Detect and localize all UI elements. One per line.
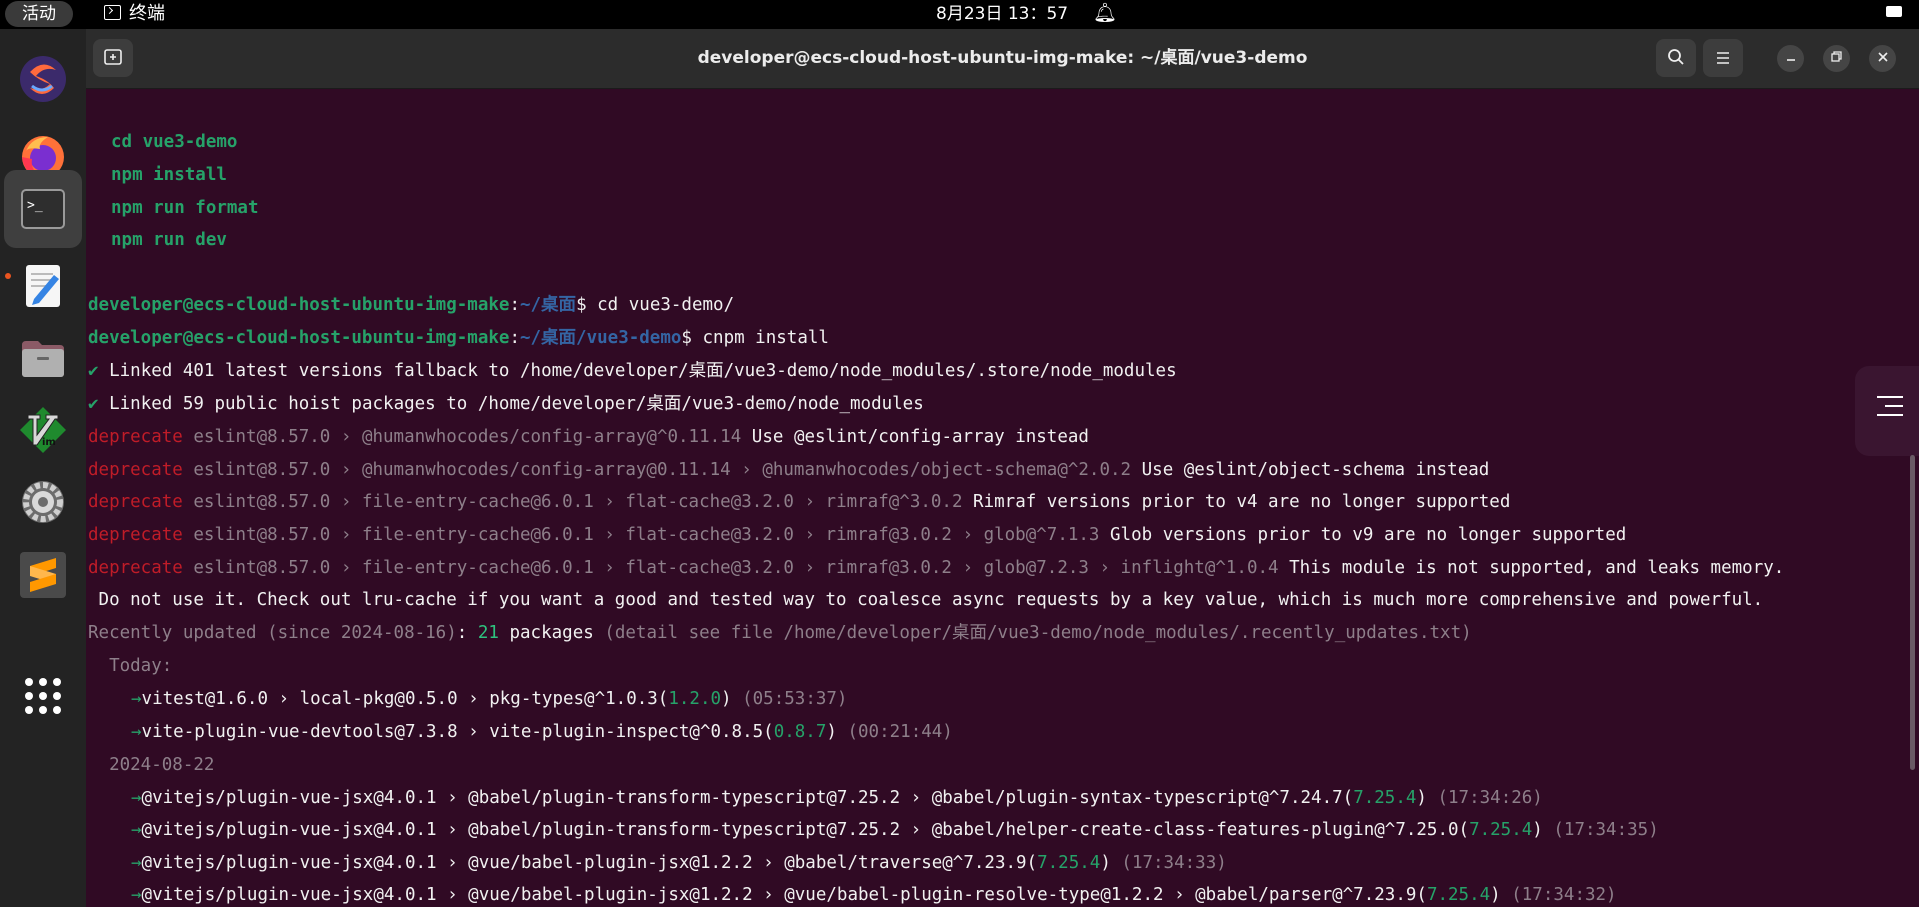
activities-button[interactable]: 活动 — [5, 1, 73, 27]
outline-list-icon — [1877, 396, 1903, 423]
dock-settings[interactable] — [4, 463, 82, 541]
new-tab-icon — [104, 49, 122, 65]
search-icon — [1668, 49, 1684, 65]
wrapped-line: Do not use it. Check out lru-cache if yo… — [88, 590, 1764, 610]
new-tab-button[interactable] — [93, 39, 133, 77]
update-line: →vitest@1.6.0 › local-pkg@0.5.0 › pkg-ty… — [131, 689, 848, 709]
window-title: developer@ecs-cloud-host-ubuntu-img-make… — [697, 48, 1308, 68]
deprecate-line: deprecate eslint@8.57.0 › @humanwhocodes… — [88, 460, 1490, 480]
folder-icon — [22, 341, 64, 377]
deprecate-line: deprecate eslint@8.57.0 › file-entry-cac… — [88, 558, 1785, 578]
update-line: →vite-plugin-vue-devtools@7.3.8 › vite-p… — [131, 722, 953, 742]
terminal-output[interactable]: cd vue3-demo npm install npm run format … — [86, 89, 1919, 907]
clock[interactable]: 8月23日 13：57 — [936, 2, 1068, 26]
linked-line: ✔ Linked 59 public hoist packages to /ho… — [88, 394, 924, 414]
recently-updated-line: Recently updated (since 2024-08-16): 21 … — [88, 623, 1472, 643]
terminal-scrollbar[interactable] — [1910, 455, 1915, 770]
close-button[interactable] — [1869, 45, 1896, 72]
app-name: 终端 — [129, 3, 165, 24]
restore-icon — [1831, 51, 1842, 62]
hamburger-icon — [1717, 52, 1729, 64]
notification-bell-icon[interactable]: 🔔︎ — [1093, 1, 1117, 24]
close-icon — [1877, 52, 1888, 62]
system-tray-icon[interactable] — [1886, 6, 1902, 17]
minimize-button[interactable] — [1777, 45, 1804, 72]
app-menu[interactable]: 终端 — [104, 2, 165, 26]
text-editor-icon — [26, 265, 60, 307]
dock-sublime-merge[interactable] — [4, 40, 82, 118]
date-label: 2024-08-22 — [88, 755, 215, 775]
update-line: →@vitejs/plugin-vue-jsx@4.0.1 › @babel/p… — [131, 788, 1543, 808]
today-label: Today: — [88, 656, 173, 676]
menu-button[interactable] — [1703, 39, 1743, 77]
dock-vim[interactable]: im — [4, 391, 82, 469]
prompt-line: developer@ecs-cloud-host-ubuntu-img-make… — [88, 295, 735, 315]
hint-command: npm install — [111, 165, 227, 185]
sublime-text-icon — [20, 552, 66, 598]
deprecate-line: deprecate eslint@8.57.0 › @humanwhocodes… — [88, 427, 1089, 447]
update-line: →@vitejs/plugin-vue-jsx@4.0.1 › @babel/p… — [131, 820, 1659, 840]
minimize-icon — [1786, 59, 1795, 61]
hint-command: npm run format — [111, 198, 259, 218]
update-line: →@vitejs/plugin-vue-jsx@4.0.1 › @vue/bab… — [131, 885, 1617, 905]
dock-terminal[interactable]: >_ — [4, 170, 82, 248]
terminal-header-bar: developer@ecs-cloud-host-ubuntu-img-make… — [86, 29, 1919, 89]
hint-command: cd vue3-demo — [111, 132, 238, 152]
app-grid-icon — [25, 678, 61, 714]
vim-icon: im — [20, 407, 66, 453]
dock: >_ im — [0, 29, 86, 907]
linked-line: ✔ Linked 401 latest versions fallback to… — [88, 361, 1177, 381]
prompt-line: developer@ecs-cloud-host-ubuntu-img-make… — [88, 328, 829, 348]
restore-button[interactable] — [1823, 45, 1850, 72]
search-button[interactable] — [1656, 39, 1696, 77]
settings-gear-icon — [22, 481, 64, 523]
dock-files[interactable] — [4, 319, 82, 397]
svg-text:im: im — [42, 437, 56, 448]
dock-sublime-text[interactable] — [4, 536, 82, 614]
top-bar: 活动 终端 8月23日 13：57 🔔︎ — [0, 0, 1919, 29]
dock-text-editor[interactable] — [4, 247, 82, 325]
side-panel-toggle-button[interactable] — [1855, 366, 1919, 456]
svg-text:>_: >_ — [27, 198, 43, 213]
terminal-icon — [104, 5, 121, 20]
sublime-merge-icon — [20, 56, 66, 102]
deprecate-line: deprecate eslint@8.57.0 › file-entry-cac… — [88, 525, 1627, 545]
show-apps-button[interactable] — [4, 657, 82, 735]
terminal-icon: >_ — [21, 189, 65, 229]
hint-command: npm run dev — [111, 230, 227, 250]
deprecate-line: deprecate eslint@8.57.0 › file-entry-cac… — [88, 492, 1511, 512]
update-line: →@vitejs/plugin-vue-jsx@4.0.1 › @vue/bab… — [131, 853, 1227, 873]
